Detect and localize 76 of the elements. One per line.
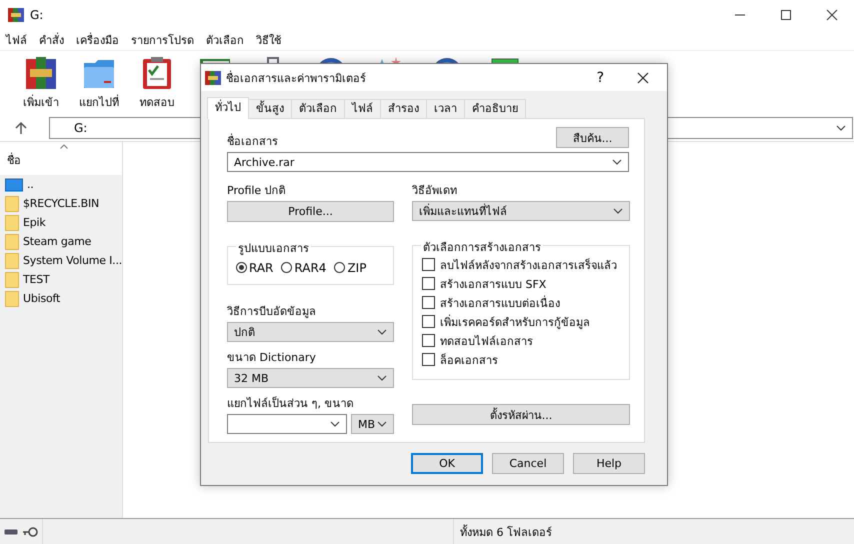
dialog-button[interactable]: OK bbox=[411, 453, 483, 474]
folder-icon bbox=[5, 290, 19, 306]
file-row[interactable]: System Volume I... bbox=[0, 251, 122, 270]
folder-icon bbox=[5, 214, 19, 230]
books-icon bbox=[205, 70, 221, 86]
radio-button[interactable]: RAR4 bbox=[281, 260, 326, 274]
drive-icon bbox=[5, 178, 23, 192]
radio-button[interactable]: ZIP bbox=[334, 260, 366, 274]
clipboard-icon bbox=[140, 55, 174, 91]
browse-button[interactable]: สืบค้น... bbox=[556, 127, 629, 148]
dialog-title: ชื่อเอกสารและค่าพารามิเตอร์ bbox=[226, 70, 367, 86]
checkbox[interactable]: เพิ่มเรคคอร์ดสำหรับการกู้ข้อมูล bbox=[422, 315, 629, 328]
checkbox[interactable]: ล็อคเอกสาร bbox=[422, 353, 629, 366]
menu-item[interactable]: คำสั่ง bbox=[39, 31, 64, 49]
field-label: Profile ปกติ bbox=[227, 183, 287, 199]
dialog-button[interactable]: Cancel bbox=[492, 453, 564, 474]
folder-icon bbox=[5, 196, 19, 212]
file-row[interactable]: .. bbox=[0, 175, 122, 194]
dictionary-dropdown[interactable]: 32 MB bbox=[227, 368, 394, 388]
file-row[interactable]: Epik bbox=[0, 213, 122, 232]
chevron-icon bbox=[377, 329, 387, 335]
tab[interactable]: คำอธิบาย bbox=[464, 99, 526, 118]
clipboard-tool-button[interactable]: ทดสอบ bbox=[138, 55, 176, 111]
menu-item[interactable]: รายการโปรด bbox=[131, 31, 194, 49]
archive-name-field[interactable]: Archive.rar bbox=[227, 152, 629, 172]
folder-icon bbox=[5, 272, 19, 288]
chevron-icon bbox=[613, 208, 623, 214]
file-row[interactable]: TEST bbox=[0, 270, 122, 289]
drive-icon bbox=[4, 528, 18, 536]
close-icon[interactable] bbox=[826, 9, 838, 21]
compression-dropdown[interactable]: ปกติ bbox=[227, 322, 394, 342]
menu-item[interactable]: วิธีใช้ bbox=[256, 31, 281, 49]
close-icon[interactable] bbox=[637, 72, 649, 84]
checkbox[interactable]: ทดสอบไฟล์เอกสาร bbox=[422, 334, 629, 347]
books-tool-button[interactable]: เพิ่มเข้า bbox=[21, 55, 61, 111]
field-label: วิธีอัพเดท bbox=[412, 183, 458, 199]
menu-item[interactable]: ไฟล์ bbox=[6, 31, 27, 49]
status-text: ทั้งหมด 6 โฟลเดอร์ bbox=[459, 524, 552, 540]
split-size-field[interactable] bbox=[227, 414, 347, 434]
field-label: แยกไฟล์เป็นส่วน ๆ, ขนาด bbox=[227, 395, 354, 412]
chevron-icon bbox=[377, 421, 387, 427]
field-label: ชื่อเอกสาร bbox=[227, 132, 278, 150]
update-mode-dropdown[interactable]: เพิ่มและแทนที่ไฟล์ bbox=[412, 201, 630, 221]
file-row[interactable]: $RECYCLE.BIN bbox=[0, 194, 122, 213]
dialog-button[interactable]: Help bbox=[573, 453, 645, 474]
chevron-icon bbox=[836, 125, 846, 131]
unit-dropdown[interactable]: MB bbox=[351, 414, 394, 434]
profile-button[interactable]: Profile... bbox=[227, 201, 394, 222]
books-icon bbox=[8, 7, 24, 23]
folder-tool-button[interactable]: แยกไปที่ bbox=[77, 55, 121, 111]
books-icon bbox=[24, 55, 58, 91]
file-row[interactable]: Ubisoft bbox=[0, 289, 122, 308]
file-row[interactable]: Steam game bbox=[0, 232, 122, 251]
field-label: ขนาด Dictionary bbox=[227, 350, 317, 366]
sort-icon bbox=[60, 144, 68, 149]
window-title: G: bbox=[30, 8, 44, 22]
menu-item[interactable]: เครื่องมือ bbox=[76, 31, 119, 49]
chevron-icon bbox=[377, 375, 387, 381]
column-header[interactable]: ชื่อ bbox=[0, 142, 122, 175]
folder-icon bbox=[5, 252, 19, 268]
key-icon bbox=[22, 526, 38, 536]
chevron-icon bbox=[612, 159, 622, 165]
field-label: วิธีการบีบอัดข้อมูล bbox=[227, 304, 317, 320]
checkbox[interactable]: สร้างเอกสารแบบต่อเนื่อง bbox=[422, 296, 629, 309]
checkbox[interactable]: สร้างเอกสารแบบ SFX bbox=[422, 277, 629, 290]
menu-item[interactable]: ตัวเลือก bbox=[206, 31, 244, 49]
checkbox[interactable]: ลบไฟล์หลังจากสร้างเอกสารเสร็จแล้ว bbox=[422, 258, 629, 271]
radio-button[interactable]: RAR bbox=[236, 260, 274, 274]
password-button[interactable]: ตั้งรหัสผ่าน... bbox=[412, 404, 630, 425]
help-button[interactable]: ? bbox=[596, 70, 604, 86]
folder-icon bbox=[5, 234, 19, 250]
up-arrow-icon[interactable] bbox=[15, 121, 27, 135]
chevron-icon bbox=[330, 421, 340, 427]
tab[interactable]: ขั้นสูง bbox=[248, 99, 292, 118]
maximize-icon[interactable] bbox=[780, 9, 792, 21]
tab[interactable]: ทั่วไป bbox=[207, 97, 249, 119]
